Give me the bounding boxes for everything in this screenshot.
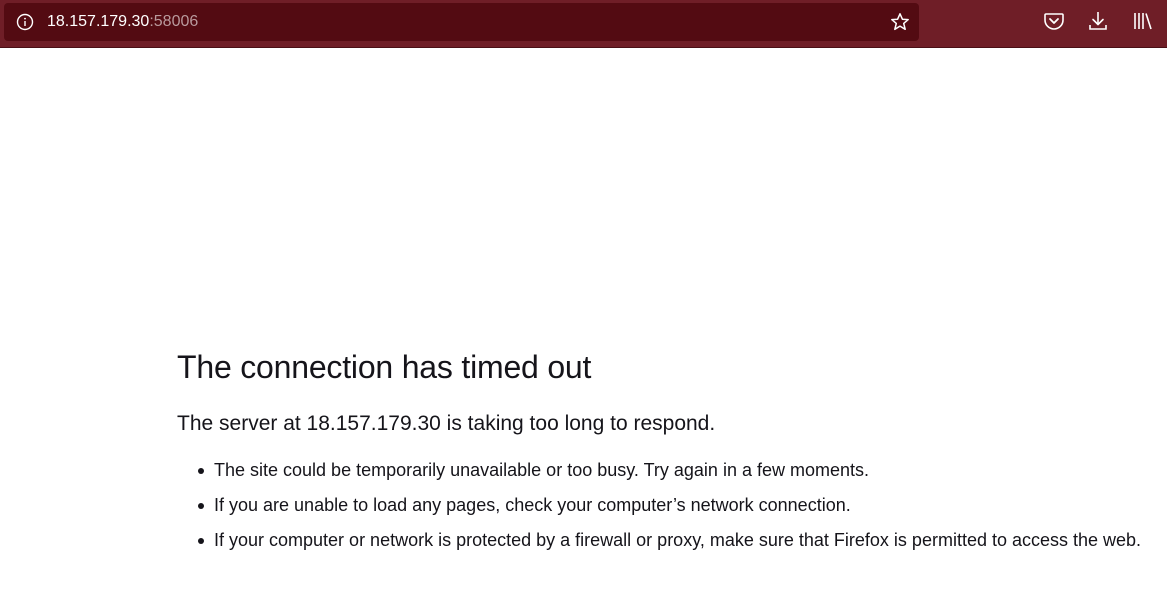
address-bar[interactable]: 18.157.179.30:58006 (4, 3, 919, 41)
url-text[interactable]: 18.157.179.30:58006 (47, 3, 198, 41)
error-subtitle: The server at 18.157.179.30 is taking to… (177, 412, 716, 435)
star-icon[interactable] (890, 12, 910, 32)
download-icon[interactable] (1087, 10, 1109, 32)
list-item: If your computer or network is protected… (198, 528, 1152, 553)
error-page: The connection has timed out The server … (177, 345, 1152, 563)
list-item: The site could be temporarily unavailabl… (198, 458, 1152, 483)
list-item: If you are unable to load any pages, che… (198, 493, 1152, 518)
info-icon[interactable] (16, 13, 34, 31)
suggestion-list: The site could be temporarily unavailabl… (177, 458, 1152, 553)
url-port: :58006 (149, 13, 199, 30)
error-title: The connection has timed out (177, 349, 592, 385)
url-host: 18.157.179.30 (47, 13, 150, 30)
browser-toolbar: 18.157.179.30:58006 (0, 0, 1167, 48)
library-icon[interactable] (1132, 10, 1154, 32)
pocket-icon[interactable] (1043, 10, 1065, 32)
